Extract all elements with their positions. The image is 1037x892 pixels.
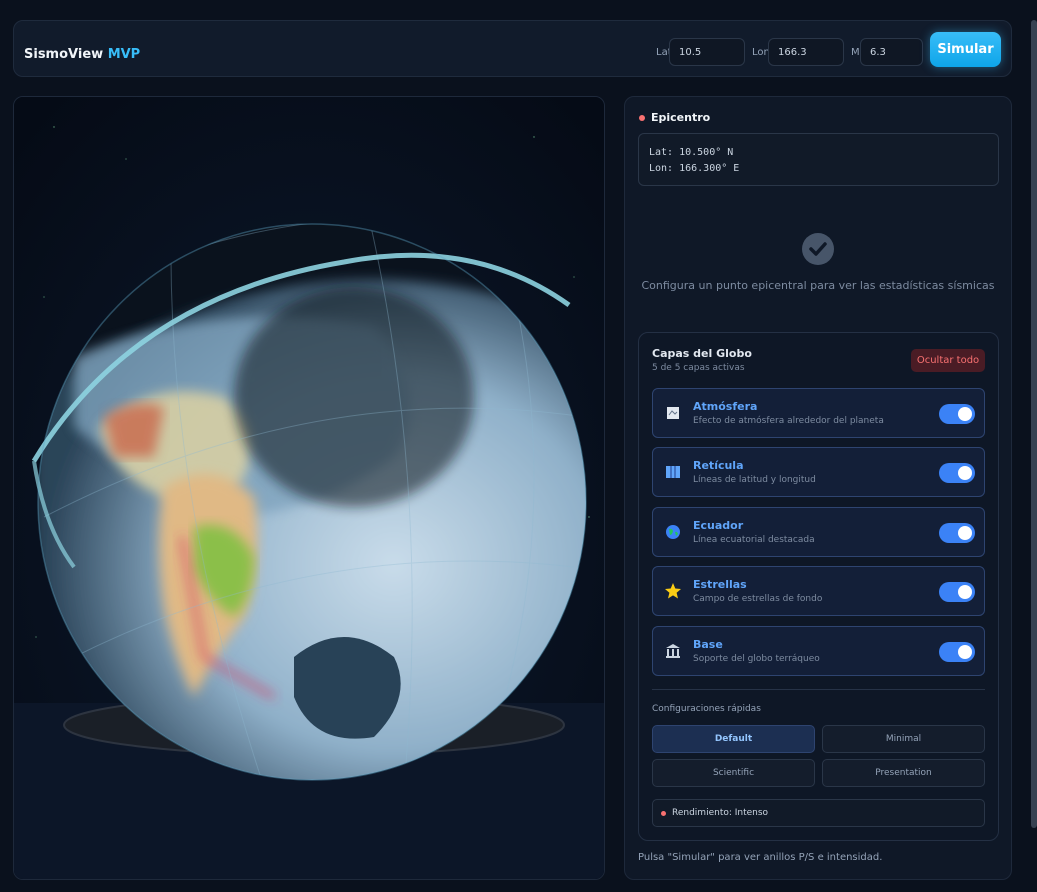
globe-canvas[interactable] [14, 97, 605, 880]
epicenter-dot-icon [639, 115, 645, 121]
epicenter-coordinates: Lat: 10.500° N Lon: 166.300° E [638, 133, 999, 186]
check-icon [802, 233, 834, 265]
scrollbar[interactable] [1031, 20, 1037, 828]
performance-dot-icon [661, 811, 666, 816]
simulate-hint: Pulsa "Simular" para ver anillos P/S e i… [638, 852, 883, 863]
performance-label: Rendimiento: Intenso [672, 808, 769, 818]
preset-presentation-button[interactable]: Presentation [822, 759, 985, 787]
app-brand: SismoView MVP [24, 47, 140, 62]
museum-icon [664, 642, 682, 660]
top-bar: SismoView MVP Lat Lon M Simular [13, 20, 1012, 77]
layer-stars[interactable]: Estrellas Campo de estrellas de fondo [652, 566, 985, 616]
globe-icon [664, 523, 682, 541]
layer-atmosphere[interactable]: Atmósfera Efecto de atmósfera alrededor … [652, 388, 985, 438]
preset-default-button[interactable]: Default [652, 725, 815, 753]
layer-base[interactable]: Base Soporte del globo terráqueo [652, 626, 985, 676]
brand-name: SismoView [24, 47, 104, 62]
layer-desc: Línea ecuatorial destacada [693, 535, 815, 545]
layer-desc: Efecto de atmósfera alrededor del planet… [693, 416, 884, 426]
magnitude-input[interactable] [860, 38, 923, 66]
preset-scientific-button[interactable]: Scientific [652, 759, 815, 787]
layer-name: Ecuador [693, 519, 744, 532]
layer-name: Estrellas [693, 578, 747, 591]
atmosphere-icon [664, 404, 682, 422]
layer-graticule[interactable]: Retícula Líneas de latitud y longitud [652, 447, 985, 497]
layer-name: Retícula [693, 459, 744, 472]
layer-equator[interactable]: Ecuador Línea ecuatorial destacada [652, 507, 985, 557]
layer-name: Base [693, 638, 723, 651]
base-toggle[interactable] [939, 642, 975, 662]
epicenter-lon: Lon: 166.300° E [649, 163, 740, 174]
epicenter-title: Epicentro [651, 111, 711, 124]
divider [652, 689, 985, 690]
simulate-button[interactable]: Simular [930, 32, 1001, 67]
star-icon [664, 582, 682, 600]
layer-desc: Soporte del globo terráqueo [693, 654, 820, 664]
layers-subtitle: 5 de 5 capas activas [652, 363, 745, 373]
globe-viewport[interactable] [13, 96, 605, 880]
hide-all-button[interactable]: Ocultar todo [911, 349, 985, 372]
equator-toggle[interactable] [939, 523, 975, 543]
layer-desc: Líneas de latitud y longitud [693, 475, 816, 485]
lon-input[interactable] [768, 38, 844, 66]
lat-input[interactable] [669, 38, 745, 66]
layer-desc: Campo de estrellas de fondo [693, 594, 823, 604]
map-icon [664, 463, 682, 481]
stats-hint: Configura un punto epicentral para ver l… [641, 279, 995, 292]
preset-minimal-button[interactable]: Minimal [822, 725, 985, 753]
epicenter-lat: Lat: 10.500° N [649, 147, 734, 158]
brand-accent: MVP [107, 47, 141, 62]
quick-configs-title: Configuraciones rápidas [652, 704, 761, 714]
atmosphere-toggle[interactable] [939, 404, 975, 424]
magnitude-label: M [851, 47, 860, 58]
graticule-toggle[interactable] [939, 463, 975, 483]
layer-name: Atmósfera [693, 400, 758, 413]
performance-status: Rendimiento: Intenso [652, 799, 985, 827]
layers-title: Capas del Globo [652, 347, 752, 360]
stars-toggle[interactable] [939, 582, 975, 602]
globe-layers-card: Capas del Globo 5 de 5 capas activas Ocu… [638, 332, 999, 841]
info-panel: Epicentro Lat: 10.500° N Lon: 166.300° E… [624, 96, 1012, 880]
